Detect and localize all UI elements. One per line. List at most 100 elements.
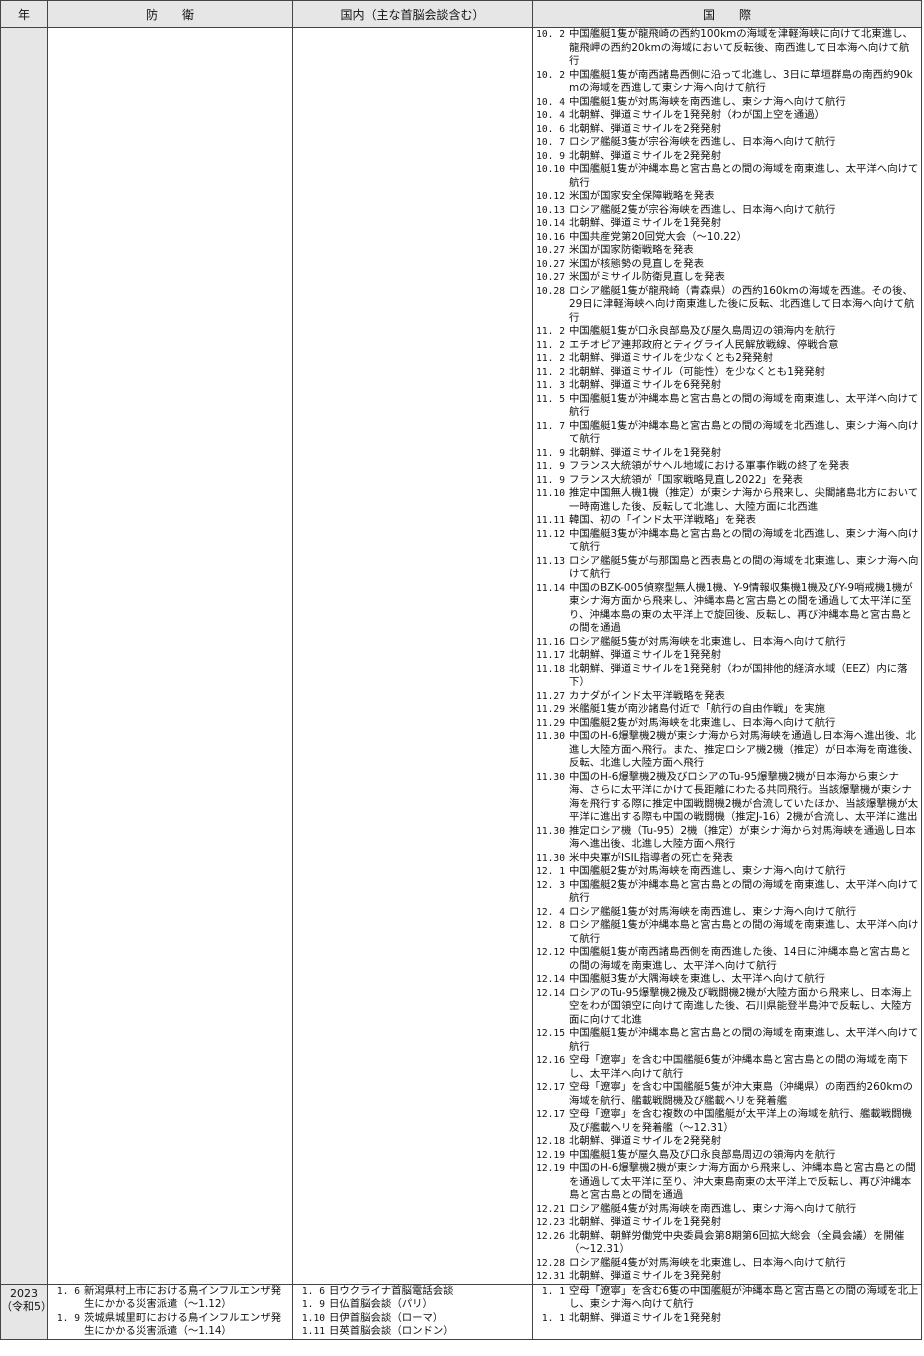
international-entry: 12.16 空母「遼寧」を含む中国艦艇6隻が沖縄本島と宮古島との間の海域を南下し、…	[533, 1054, 921, 1081]
international-entry: 11. 9 フランス大統領が「国家戦略見直し2022」を発表	[533, 474, 921, 488]
international-entry: 10.27 米国が核態勢の見直しを発表	[533, 258, 921, 272]
entry-date: 12.19	[536, 1163, 565, 1174]
international-entry: 10.13 ロシア艦艇2隻が宗谷海峡を西進し、日本海へ向けて航行	[533, 204, 921, 218]
international-entry: 11. 2 中国艦艇1隻が口永良部島及び屋久島周辺の領海内を航行	[533, 325, 921, 339]
international-entry: 11.16 ロシア艦艇5隻が対馬海峡を北東進し、日本海へ向けて航行	[533, 636, 921, 650]
entry-text: ロシア艦艇1隻が沖縄本島と宮古島との間の海域を南東進し、太平洋へ向けて航行	[569, 919, 919, 945]
entry-date: 11.30	[536, 825, 565, 837]
entry-text: 中国艦艇1隻が沖縄本島と宮古島との間の海域を南東進し、太平洋へ向けて航行	[569, 163, 919, 189]
year-row: 2023 （令和5） 1. 6 新潟県村上市における鳥インフルエンザ発生にかかる災害派…	[0, 1283, 922, 1340]
entry-date: 12.17	[536, 1109, 565, 1120]
entry-text: フランス大統領が「国家戦略見直し2022」を発表	[569, 473, 804, 486]
international-entry: 1. 1 空母「遼寧」を含む6隻の中国艦艇が沖縄本島と宮古島との間の海域を北上し、…	[533, 1285, 921, 1312]
international-entry: 12.12 中国艦艇1隻が南西諸島西側を南西進した後、14日に沖縄本島と宮古島との…	[533, 946, 921, 973]
entry-text: ロシア艦艇5隻が与那国島と西表島との間の海域を北東進し、東シナ海へ向けて航行	[569, 554, 919, 581]
defense-cell	[47, 27, 293, 1285]
international-cell: 10. 2 中国艦艇1隻が龍飛崎の西約100kmの海域を津軽海峡に向けて北東進し、…	[532, 27, 922, 1285]
entry-date: 12.15	[536, 1028, 565, 1039]
entry-text: ロシア艦艇4隻が対馬海峡を南西進し、東シナ海へ向けて航行	[569, 1202, 857, 1215]
international-entry: 10. 9 北朝鮮、弾道ミサイルを2発発射	[533, 150, 921, 164]
domestic-cell	[292, 27, 533, 1285]
entry-date: 11.27	[536, 690, 565, 702]
entry-date: 10.16	[536, 231, 565, 243]
entry-date: 10. 2	[536, 69, 565, 81]
entry-text: ロシアのTu-95爆撃機2機及び戦闘機2機が大陸方面から飛来し、日本海上空をわが…	[569, 986, 912, 1026]
international-entry: 11.30 中国のH-6爆撃機2機が東シナ海から対馬海峡を通過し日本海へ進出後、北…	[533, 730, 921, 771]
entry-text: 茨城県城里町における鳥インフルエンザ発生にかかる災害派遣（～1.14）	[84, 1311, 282, 1338]
international-entry: 11.14 中国のBZK-005偵察型無人機1機、Y-9情報収集機1機及びY-9哨…	[533, 582, 921, 636]
international-entry: 11. 9 フランス大統領がサヘル地域における軍事作戦の終了を発表	[533, 460, 921, 474]
entry-text: 北朝鮮、弾道ミサイルを1発発射	[569, 1216, 722, 1228]
entry-date: 11. 5	[536, 393, 565, 405]
international-entry: 10. 2 中国艦艇1隻が南西諸島西側に沿って北進し、3日に草垣群島の南西約90k…	[533, 69, 921, 96]
entry-text: ロシア艦艇3隻が宗谷海峡を西進し、日本海へ向けて航行	[569, 136, 836, 148]
international-entry: 12.31 北朝鮮、弾道ミサイルを3発発射	[533, 1270, 921, 1284]
entry-text: 北朝鮮、弾道ミサイルを少なくとも2発発射	[569, 352, 774, 364]
international-entry: 12.28 ロシア艦艇4隻が対馬海峡を北東進し、日本海へ向けて航行	[533, 1257, 921, 1271]
entry-date: 12. 8	[536, 920, 565, 931]
entry-text: 中国艦艇2隻が対馬海峡を北東進し、日本海へ向けて航行	[569, 716, 836, 729]
entry-date: 12.19	[536, 1149, 565, 1161]
defense-entries: 1. 6 新潟県村上市における鳥インフルエンザ発生にかかる災害派遣（～1.12） 1…	[48, 1285, 292, 1339]
entry-date: 10.13	[536, 204, 565, 216]
defense-cell: 1. 6 新潟県村上市における鳥インフルエンザ発生にかかる災害派遣（～1.12） 1…	[47, 1283, 293, 1340]
entry-text: 北朝鮮、弾道ミサイルを1発発射（わが国上空を通過）	[569, 109, 825, 121]
entry-text: 中国艦艇1隻が対馬海峡を南西進し、東シナ海へ向けて航行	[569, 95, 846, 108]
entry-text: 中国のH-6爆撃機2機及びロシアのTu-95爆撃機2機が日本海から東シナ海、さら…	[569, 770, 918, 824]
entry-text: 中国のBZK-005偵察型無人機1機、Y-9情報収集機1機及びY-9哨戒機1機が…	[569, 581, 913, 635]
entry-text: ロシア艦艇2隻が宗谷海峡を西進し、日本海へ向けて航行	[569, 203, 836, 216]
international-entry: 10.27 米国がミサイル防衛見直しを発表	[533, 271, 921, 285]
international-cell: 1. 1 空母「遼寧」を含む6隻の中国艦艇が沖縄本島と宮古島との間の海域を北上し、…	[532, 1283, 922, 1340]
entry-date: 1. 9	[56, 1312, 80, 1324]
entry-text: 新潟県村上市における鳥インフルエンザ発生にかかる災害派遣（～1.12）	[84, 1284, 282, 1311]
international-entry: 12.14 中国艦艇3隻が大隅海峡を東進し、太平洋へ向けて航行	[533, 973, 921, 987]
entry-date: 10. 7	[536, 137, 565, 148]
entry-text: 北朝鮮、弾道ミサイルを6発発射	[569, 379, 722, 391]
entry-text: 米中央軍がISIL指導者の死亡を発表	[569, 851, 733, 864]
entry-date: 12.18	[536, 1136, 565, 1147]
entry-text: 北朝鮮、弾道ミサイルを2発発射	[569, 122, 722, 135]
entry-text: 北朝鮮、弾道ミサイルを1発発射	[569, 446, 722, 459]
entry-date: 11. 2	[536, 353, 565, 364]
entry-text: 北朝鮮、弾道ミサイルを2発発射	[569, 149, 722, 162]
entry-text: 北朝鮮、弾道ミサイルを1発発射	[569, 217, 722, 229]
entry-text: 中国艦艇1隻が屋久島及び口永良部島周辺の領海内を航行	[569, 1148, 836, 1161]
entry-date: 12.17	[536, 1082, 565, 1093]
international-entry: 10. 6 北朝鮮、弾道ミサイルを2発発射	[533, 123, 921, 137]
entry-text: ロシア艦艇1隻が対馬海峡を南西進し、東シナ海へ向けて航行	[569, 905, 857, 918]
header-domestic: 国内（主な首脳会談含む）	[292, 0, 533, 28]
entry-date: 11.12	[536, 528, 565, 540]
entry-date: 11.29	[536, 704, 565, 715]
international-entry: 12. 1 中国艦艇2隻が対馬海峡を南西進し、東シナ海へ向けて航行	[533, 865, 921, 879]
international-entry: 12. 4 ロシア艦艇1隻が対馬海峡を南西進し、東シナ海へ向けて航行	[533, 906, 921, 920]
entry-date: 10. 9	[536, 150, 565, 162]
international-entry: 12. 3 中国艦艇2隻が沖縄本島と宮古島との間の海域を南東進し、太平洋へ向けて航…	[533, 879, 921, 906]
entry-date: 10.14	[536, 218, 565, 229]
defense-entry: 1. 6 新潟県村上市における鳥インフルエンザ発生にかかる災害派遣（～1.12）	[48, 1285, 292, 1312]
international-entry: 11. 3 北朝鮮、弾道ミサイルを6発発射	[533, 379, 921, 393]
entry-date: 12. 4	[536, 906, 565, 918]
entry-text: 日英首脳会談（ロンドン）	[329, 1325, 454, 1337]
international-entry: 11.29 米艦艇1隻が南沙諸島付近で「航行の自由作戦」を実施	[533, 703, 921, 717]
entry-date: 11. 9	[536, 461, 565, 472]
international-entry: 11.10 推定中国無人機1機（推定）が東シナ海から飛来し、尖閣諸島北方において一…	[533, 487, 921, 514]
entry-text: 北朝鮮、朝鮮労働党中央委員会第8期第6回拡大総会（全員会議）を開催（～12.31…	[569, 1229, 905, 1256]
entry-date: 11. 7	[536, 420, 565, 432]
entry-date: 10.27	[536, 245, 565, 256]
domestic-entries: 1. 6 日ウクライナ首脳電話会談 1. 9 日仏首脳会談（パリ） 1.10 日伊首脳会談…	[293, 1285, 532, 1339]
entry-text: 中国艦艇1隻が沖縄本島と宮古島との間の海域を南東進し、太平洋へ向けて航行	[569, 1027, 919, 1053]
entry-text: 中国艦艇3隻が沖縄本島と宮古島との間の海域を北西進し、東シナ海へ向けて航行	[569, 527, 919, 554]
year-cell: 2023 （令和5）	[0, 1283, 52, 1340]
international-entry: 12.17 空母「遼寧」を含む中国艦艇5隻が沖大東島（沖縄県）の南西約260kmの…	[533, 1081, 921, 1108]
entry-text: 中国共産党第20回党大会（～10.22）	[569, 230, 748, 243]
entry-text: 日仏首脳会談（パリ）	[329, 1298, 433, 1310]
domestic-entry: 1.11 日英首脳会談（ロンドン）	[293, 1325, 532, 1339]
entry-text: 北朝鮮、弾道ミサイルを3発発射	[569, 1270, 722, 1282]
entry-text: 北朝鮮、弾道ミサイルを1発発射	[569, 1311, 722, 1324]
international-entry: 11. 9 北朝鮮、弾道ミサイルを1発発射	[533, 447, 921, 461]
entry-text: 北朝鮮、弾道ミサイルを2発発射	[569, 1135, 722, 1147]
international-entry: 11.18 北朝鮮、弾道ミサイルを1発発射（わが国排他的経済水域（EEZ）内に落下…	[533, 663, 921, 690]
international-entry: 10.12 米国が国家安全保障戦略を発表	[533, 190, 921, 204]
international-entry: 12. 8 ロシア艦艇1隻が沖縄本島と宮古島との間の海域を南東進し、太平洋へ向けて…	[533, 919, 921, 946]
entry-date: 11. 2	[536, 366, 565, 378]
